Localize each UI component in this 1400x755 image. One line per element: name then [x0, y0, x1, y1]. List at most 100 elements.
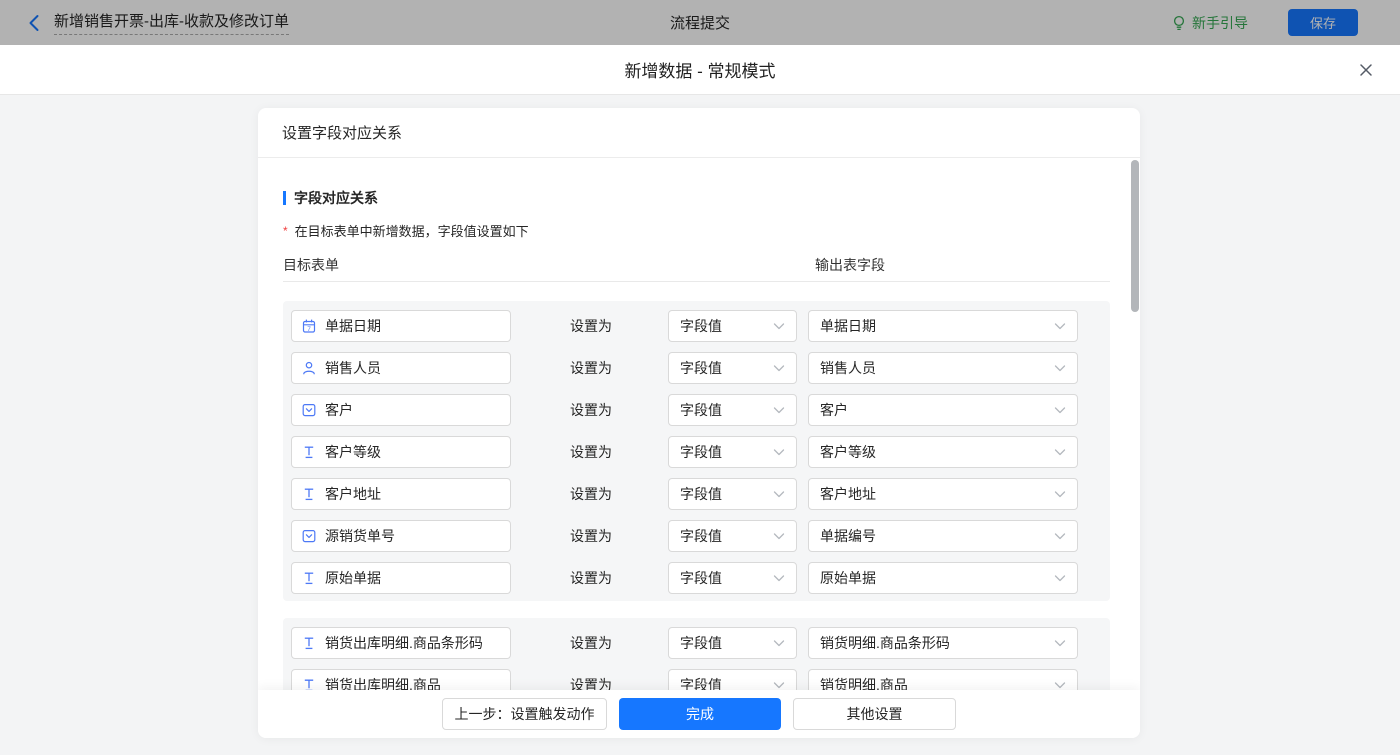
value-mode-select[interactable]: 字段值	[668, 436, 797, 468]
output-field-select[interactable]: 销货明细.商品条形码	[808, 627, 1078, 659]
target-field-box[interactable]: 源销货单号	[291, 520, 511, 552]
chevron-down-icon	[773, 449, 785, 456]
card-title: 设置字段对应关系	[258, 108, 1140, 158]
column-output-field: 输出表字段	[815, 257, 885, 273]
target-field-box[interactable]: 客户地址	[291, 478, 511, 510]
chevron-down-icon	[1054, 323, 1066, 330]
chevron-down-icon	[773, 323, 785, 330]
mapping-row: 单据日期 设置为 字段值 单据日期	[283, 310, 1110, 342]
chevron-down-icon	[773, 407, 785, 414]
chevron-down-icon	[1054, 575, 1066, 582]
set-as-label: 设置为	[570, 402, 612, 418]
guide-label: 新手引导	[1192, 14, 1248, 31]
section-label: 字段对应关系	[294, 190, 378, 206]
value-mode-label: 字段值	[680, 360, 722, 376]
value-mode-label: 字段值	[680, 318, 722, 334]
card-footer: 上一步：设置触发动作 完成 其他设置	[258, 690, 1140, 738]
set-as-label: 设置为	[570, 570, 612, 586]
field-mapping-card: 设置字段对应关系 字段对应关系 * 在目标表单中新增数据，字段值设置如下 目标表…	[258, 108, 1140, 738]
note-text: 在目标表单中新增数据，字段值设置如下	[294, 224, 529, 239]
output-field-label: 销售人员	[820, 360, 876, 376]
accent-bar	[283, 191, 286, 205]
output-field-select[interactable]: 原始单据	[808, 562, 1078, 594]
select-field-icon	[301, 402, 317, 418]
target-field-label: 原始单据	[325, 570, 381, 586]
output-field-label: 客户等级	[820, 444, 876, 460]
target-field-box[interactable]: 原始单据	[291, 562, 511, 594]
target-field-box[interactable]: 客户等级	[291, 436, 511, 468]
value-mode-select[interactable]: 字段值	[668, 394, 797, 426]
output-field-select[interactable]: 单据日期	[808, 310, 1078, 342]
output-field-select[interactable]: 单据编号	[808, 520, 1078, 552]
select-field-icon	[301, 528, 317, 544]
value-mode-label: 字段值	[680, 444, 722, 460]
value-mode-label: 字段值	[680, 402, 722, 418]
target-field-label: 单据日期	[325, 318, 381, 334]
target-field-box[interactable]: 销货出库明细.商品条形码	[291, 627, 511, 659]
scrollbar-thumb[interactable]	[1131, 160, 1139, 312]
output-field-label: 原始单据	[820, 570, 876, 586]
value-mode-select[interactable]: 字段值	[668, 478, 797, 510]
mapping-row: 客户地址 设置为 字段值 客户地址	[283, 478, 1110, 510]
target-field-box[interactable]: 销售人员	[291, 352, 511, 384]
output-field-label: 单据日期	[820, 318, 876, 334]
set-as-label: 设置为	[570, 486, 612, 502]
target-field-box[interactable]: 单据日期	[291, 310, 511, 342]
workflow-title[interactable]: 新增销售开票-出库-收款及修改订单	[54, 10, 289, 35]
value-mode-select[interactable]: 字段值	[668, 520, 797, 552]
value-mode-label: 字段值	[680, 570, 722, 586]
chevron-down-icon	[773, 533, 785, 540]
back-button[interactable]	[28, 14, 40, 32]
modal-title: 新增数据 - 常规模式	[624, 62, 776, 81]
beginner-guide-link[interactable]: 新手引导	[1172, 13, 1248, 33]
mapping-row: 源销货单号 设置为 字段值 单据编号	[283, 520, 1110, 552]
chevron-down-icon	[1054, 533, 1066, 540]
section-title: 字段对应关系	[283, 188, 1140, 208]
mapping-row: 客户 设置为 字段值 客户	[283, 394, 1110, 426]
text-field-icon	[301, 444, 317, 460]
target-field-label: 销货出库明细.商品条形码	[325, 635, 483, 651]
save-button[interactable]: 保存	[1288, 9, 1358, 36]
date-field-icon	[301, 318, 317, 334]
value-mode-select[interactable]: 字段值	[668, 352, 797, 384]
output-field-select[interactable]: 客户地址	[808, 478, 1078, 510]
chevron-down-icon	[1054, 449, 1066, 456]
user-field-icon	[301, 360, 317, 376]
chevron-down-icon	[773, 491, 785, 498]
done-button[interactable]: 完成	[619, 698, 781, 730]
set-as-label: 设置为	[570, 360, 612, 376]
close-icon	[1360, 63, 1372, 76]
chevron-down-icon	[773, 640, 785, 647]
set-as-label: 设置为	[570, 444, 612, 460]
value-mode-select[interactable]: 字段值	[668, 627, 797, 659]
previous-step-button[interactable]: 上一步：设置触发动作	[442, 698, 607, 730]
mapping-group: 单据日期 设置为 字段值 单据日期 销售人员 设置为 字段值 销售人员 客户 设…	[283, 301, 1110, 601]
value-mode-select[interactable]: 字段值	[668, 562, 797, 594]
target-field-label: 客户等级	[325, 444, 381, 460]
divider	[283, 281, 1110, 282]
top-bar: 新增销售开票-出库-收款及修改订单 流程提交 新手引导 保存	[0, 0, 1400, 45]
required-mark: *	[283, 223, 288, 238]
value-mode-label: 字段值	[680, 486, 722, 502]
modal-body: 设置字段对应关系 字段对应关系 * 在目标表单中新增数据，字段值设置如下 目标表…	[0, 95, 1400, 755]
chevron-down-icon	[1054, 491, 1066, 498]
close-button[interactable]	[1358, 62, 1374, 78]
value-mode-select[interactable]: 字段值	[668, 310, 797, 342]
column-headers: 目标表单 输出表字段	[283, 255, 1110, 273]
output-field-select[interactable]: 客户	[808, 394, 1078, 426]
chevron-down-icon	[1054, 407, 1066, 414]
output-field-select[interactable]: 客户等级	[808, 436, 1078, 468]
chevron-down-icon	[1054, 365, 1066, 372]
set-as-label: 设置为	[570, 318, 612, 334]
flow-submit-label: 流程提交	[669, 15, 731, 32]
text-field-icon	[301, 635, 317, 651]
other-settings-button[interactable]: 其他设置	[793, 698, 956, 730]
value-mode-label: 字段值	[680, 635, 722, 651]
value-mode-label: 字段值	[680, 528, 722, 544]
chevron-left-icon	[29, 14, 39, 31]
output-field-label: 销货明细.商品条形码	[820, 635, 950, 651]
target-field-box[interactable]: 客户	[291, 394, 511, 426]
mapping-row: 销货出库明细.商品条形码 设置为 字段值 销货明细.商品条形码	[283, 627, 1110, 659]
output-field-select[interactable]: 销售人员	[808, 352, 1078, 384]
mapping-row: 销售人员 设置为 字段值 销售人员	[283, 352, 1110, 384]
